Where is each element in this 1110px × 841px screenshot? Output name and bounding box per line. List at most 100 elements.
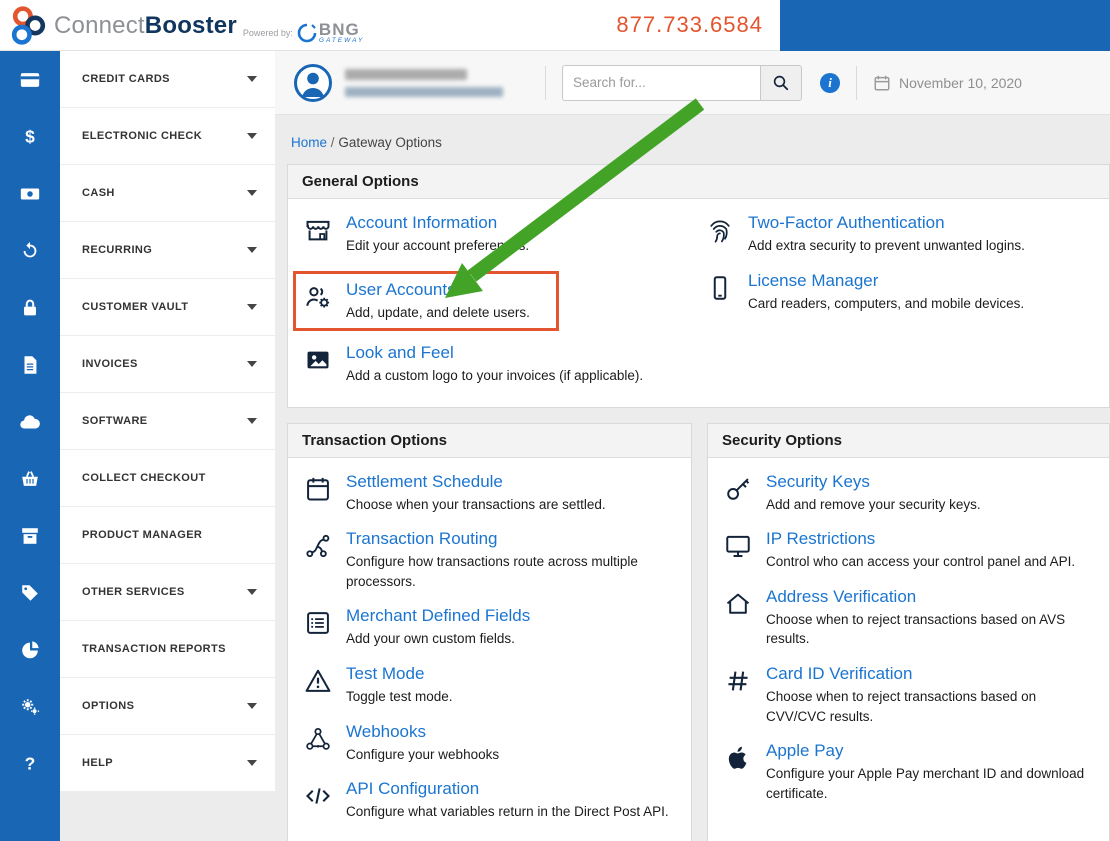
security-options-title: Security Options [708, 424, 1109, 458]
info-icon[interactable]: i [820, 73, 840, 93]
svg-text:$: $ [25, 126, 35, 146]
sidebar-icon-transaction-reports[interactable] [0, 621, 60, 678]
bng-logo-icon [297, 23, 317, 43]
sidebar-icon-credit-cards[interactable] [0, 51, 60, 108]
storefront-icon [304, 213, 334, 256]
look-and-feel-link[interactable]: Look and Feel [346, 343, 454, 363]
transaction-options-panel: Transaction Options Settlement Schedule … [287, 423, 692, 841]
user-accounts-desc: Add, update, and delete users. [346, 303, 530, 323]
apple-pay-link[interactable]: Apple Pay [766, 741, 844, 761]
webhooks-link[interactable]: Webhooks [346, 722, 426, 742]
topbar-divider [545, 66, 546, 100]
sidebar-item-transaction-reports[interactable]: TRANSACTION REPORTS [60, 621, 275, 678]
option-merchant-defined-fields[interactable]: Merchant Defined Fields Add your own cus… [304, 606, 675, 649]
settlement-schedule-link[interactable]: Settlement Schedule [346, 472, 503, 492]
search-button[interactable] [760, 65, 802, 101]
refresh-icon [19, 240, 41, 262]
option-transaction-routing[interactable]: Transaction Routing Configure how transa… [304, 529, 675, 591]
sidebar-icon-other-services[interactable] [0, 564, 60, 621]
two-factor-authentication-link[interactable]: Two-Factor Authentication [748, 213, 945, 233]
general-options-right-column: Two-Factor Authentication Add extra secu… [706, 213, 1093, 401]
basket-icon [19, 468, 41, 490]
api-configuration-link[interactable]: API Configuration [346, 779, 479, 799]
topbar-divider [856, 66, 857, 100]
current-date: November 10, 2020 [899, 75, 1022, 91]
sidebar-menu: CREDIT CARDS ELECTRONIC CHECK CASH RECUR… [60, 51, 275, 792]
sidebar-item-customer-vault[interactable]: CUSTOMER VAULT [60, 279, 275, 336]
support-phone-number: 877.733.6584 [616, 12, 763, 38]
connectbooster-logo: ConnectBooster Powered by: BNG GATEWAY [8, 3, 364, 48]
card-id-verification-desc: Choose when to reject transactions based… [766, 687, 1093, 726]
option-ip-restrictions[interactable]: IP Restrictions Control who can access y… [724, 529, 1093, 572]
user-avatar[interactable] [293, 63, 333, 103]
user-accounts-link[interactable]: User Accounts [346, 280, 456, 300]
sidebar-item-software[interactable]: SOFTWARE [60, 393, 275, 450]
powered-by-label: Powered by: [243, 28, 293, 38]
sidebar-item-help[interactable]: HELP [60, 735, 275, 792]
sidebar-item-collect-checkout[interactable]: COLLECT CHECKOUT [60, 450, 275, 507]
image-icon [304, 343, 334, 386]
test-mode-link[interactable]: Test Mode [346, 664, 424, 684]
breadcrumb-home-link[interactable]: Home [291, 135, 327, 150]
date-display: November 10, 2020 [873, 74, 1022, 92]
sidebar-icon-invoices[interactable] [0, 336, 60, 393]
app-header: ConnectBooster Powered by: BNG GATEWAY 8… [0, 0, 1110, 51]
transaction-routing-link[interactable]: Transaction Routing [346, 529, 498, 549]
sidebar-item-cash[interactable]: CASH [60, 165, 275, 222]
connectbooster-logo-icon [8, 3, 50, 48]
settlement-schedule-desc: Choose when your transactions are settle… [346, 495, 606, 515]
calendar-icon [304, 472, 334, 515]
sidebar-icon-cash[interactable] [0, 165, 60, 222]
webhooks-desc: Configure your webhooks [346, 745, 499, 765]
card-id-verification-link[interactable]: Card ID Verification [766, 664, 912, 684]
search-input[interactable] [562, 65, 760, 101]
invoice-icon [19, 354, 41, 376]
hash-icon [724, 664, 754, 726]
option-apple-pay[interactable]: Apple Pay Configure your Apple Pay merch… [724, 741, 1093, 803]
general-options-body: Account Information Edit your account pr… [288, 199, 1109, 407]
option-settlement-schedule[interactable]: Settlement Schedule Choose when your tra… [304, 472, 675, 515]
option-account-information[interactable]: Account Information Edit your account pr… [304, 213, 696, 256]
question-icon: ? [19, 753, 41, 775]
sidebar-icon-software[interactable] [0, 393, 60, 450]
sidebar-item-credit-cards[interactable]: CREDIT CARDS [60, 51, 275, 108]
apple-pay-desc: Configure your Apple Pay merchant ID and… [766, 764, 1093, 803]
option-look-and-feel[interactable]: Look and Feel Add a custom logo to your … [304, 343, 696, 386]
sidebar-item-invoices[interactable]: INVOICES [60, 336, 275, 393]
address-verification-link[interactable]: Address Verification [766, 587, 916, 607]
chevron-down-icon [247, 703, 257, 709]
sidebar-icon-recurring[interactable] [0, 222, 60, 279]
option-card-id-verification[interactable]: Card ID Verification Choose when to reje… [724, 664, 1093, 726]
merchant-defined-fields-link[interactable]: Merchant Defined Fields [346, 606, 530, 626]
chevron-down-icon [247, 418, 257, 424]
sidebar-icon-product-manager[interactable] [0, 507, 60, 564]
option-test-mode[interactable]: Test Mode Toggle test mode. [304, 664, 675, 707]
sidebar-item-other-services[interactable]: OTHER SERVICES [60, 564, 275, 621]
sidebar-icon-collect-checkout[interactable] [0, 450, 60, 507]
calendar-icon [873, 74, 891, 92]
list-icon [304, 606, 334, 649]
security-keys-link[interactable]: Security Keys [766, 472, 870, 492]
option-api-configuration[interactable]: API Configuration Configure what variabl… [304, 779, 675, 822]
ip-restrictions-link[interactable]: IP Restrictions [766, 529, 875, 549]
option-license-manager[interactable]: License Manager Card readers, computers,… [706, 271, 1093, 314]
sidebar-item-product-manager[interactable]: PRODUCT MANAGER [60, 507, 275, 564]
option-two-factor-authentication[interactable]: Two-Factor Authentication Add extra secu… [706, 213, 1093, 256]
option-user-accounts[interactable]: User Accounts Add, update, and delete us… [304, 280, 548, 323]
sidebar-icon-electronic-check[interactable]: $ [0, 108, 60, 165]
sidebar-icon-customer-vault[interactable] [0, 279, 60, 336]
option-security-keys[interactable]: Security Keys Add and remove your securi… [724, 472, 1093, 515]
option-webhooks[interactable]: Webhooks Configure your webhooks [304, 722, 675, 765]
sidebar-icon-help[interactable]: ? [0, 735, 60, 792]
gears-icon [19, 696, 41, 718]
account-information-desc: Edit your account preferences. [346, 236, 529, 256]
option-address-verification[interactable]: Address Verification Choose when to reje… [724, 587, 1093, 649]
license-manager-link[interactable]: License Manager [748, 271, 878, 291]
sidebar-item-options[interactable]: OPTIONS [60, 678, 275, 735]
sidebar-item-electronic-check[interactable]: ELECTRONIC CHECK [60, 108, 275, 165]
logged-in-user-redacted [345, 69, 503, 97]
sidebar-icon-options[interactable] [0, 678, 60, 735]
sidebar-item-recurring[interactable]: RECURRING [60, 222, 275, 279]
account-information-link[interactable]: Account Information [346, 213, 497, 233]
key-icon [724, 472, 754, 515]
